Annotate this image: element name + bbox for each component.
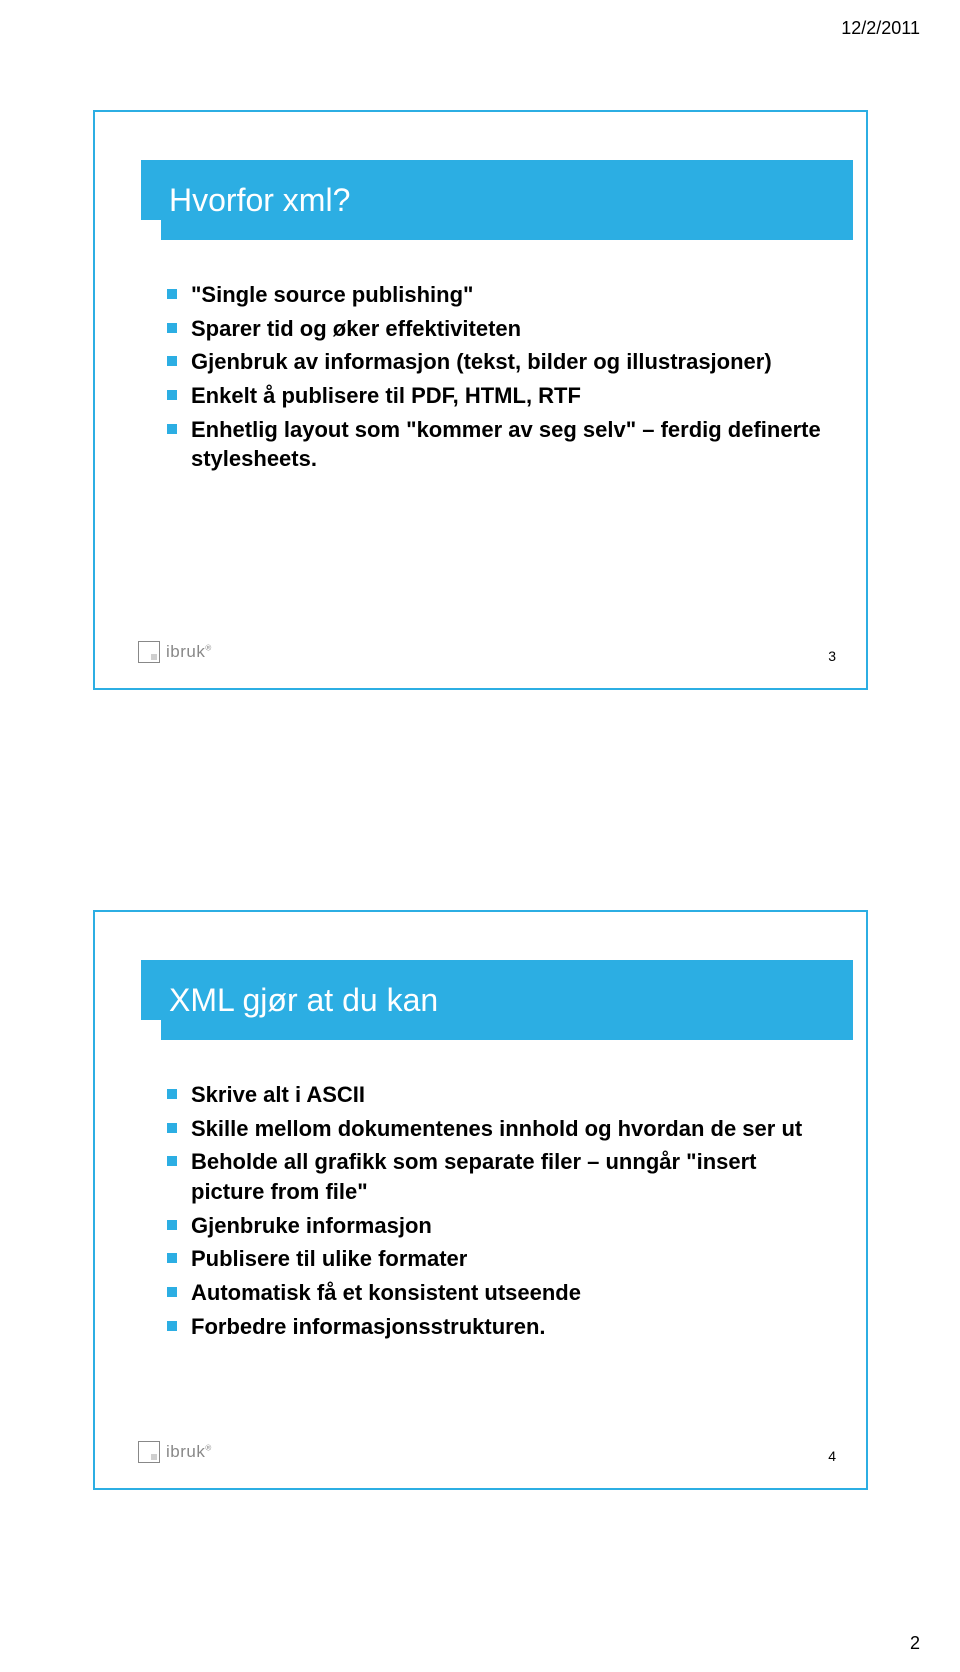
ibruk-logo: ibruk® xyxy=(138,638,236,666)
logo-box-icon xyxy=(138,641,160,663)
slide-2: XML gjør at du kan Skrive alt i ASCII Sk… xyxy=(93,910,868,1490)
bullet-item: Automatisk få et konsistent utseende xyxy=(167,1278,826,1308)
slide-content: "Single source publishing" Sparer tid og… xyxy=(167,280,826,478)
bullet-item: Beholde all grafikk som separate filer –… xyxy=(167,1147,826,1206)
logo-text: ibruk® xyxy=(166,642,212,662)
bullet-item: Gjenbruk av informasjon (tekst, bilder o… xyxy=(167,347,826,377)
bullet-item: Skrive alt i ASCII xyxy=(167,1080,826,1110)
title-notch xyxy=(141,1020,161,1040)
ibruk-logo: ibruk® xyxy=(138,1438,236,1466)
slide-number: 3 xyxy=(828,648,836,664)
bullet-item: Skille mellom dokumentenes innhold og hv… xyxy=(167,1114,826,1144)
bullet-item: "Single source publishing" xyxy=(167,280,826,310)
bullet-item: Forbedre informasjonsstrukturen. xyxy=(167,1312,826,1342)
slide-1: Hvorfor xml? "Single source publishing" … xyxy=(93,110,868,690)
bullet-item: Enhetlig layout som "kommer av seg selv"… xyxy=(167,415,826,474)
slide-title-bar: Hvorfor xml? xyxy=(141,160,853,240)
page-date: 12/2/2011 xyxy=(841,18,920,39)
logo-text: ibruk® xyxy=(166,1442,212,1462)
bullet-item: Sparer tid og øker effektiviteten xyxy=(167,314,826,344)
page-number: 2 xyxy=(910,1633,920,1654)
slide-title-bar: XML gjør at du kan xyxy=(141,960,853,1040)
slide-title: Hvorfor xml? xyxy=(169,182,350,219)
bullet-item: Gjenbruke informasjon xyxy=(167,1211,826,1241)
slide-content: Skrive alt i ASCII Skille mellom dokumen… xyxy=(167,1080,826,1346)
title-notch xyxy=(141,220,161,240)
logo-box-icon xyxy=(138,1441,160,1463)
bullet-item: Publisere til ulike formater xyxy=(167,1244,826,1274)
bullet-item: Enkelt å publisere til PDF, HTML, RTF xyxy=(167,381,826,411)
slide-title: XML gjør at du kan xyxy=(169,982,438,1019)
slide-number: 4 xyxy=(828,1448,836,1464)
